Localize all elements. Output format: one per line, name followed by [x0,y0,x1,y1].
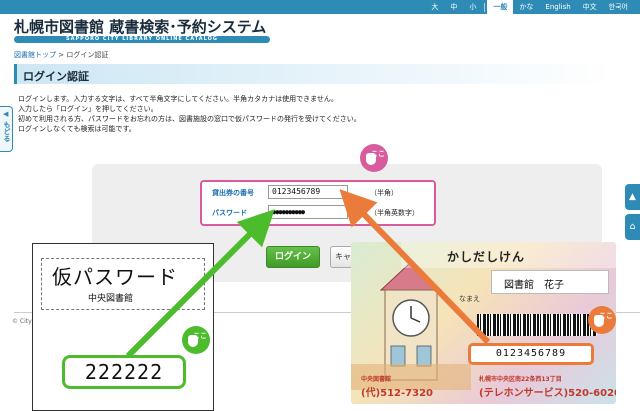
logo-subtitle: SAPPORO CITY LIBRARY ONLINE CATALOG [14,36,270,43]
divider [484,2,486,12]
card-holder-name: 図書館 花子 [504,280,564,291]
top-bar: 大 中 小 一般 かな English 中文 한국어 [0,0,640,14]
home-button[interactable]: ⌂ [625,214,640,240]
intro-line: ログインしなくても検索は可能です。 [18,125,136,133]
card-phone-service: (テレホンサービス)520-6020 [479,388,616,399]
slip-title: 仮パスワード [52,265,178,289]
page-title-bar: ログイン認証 [14,64,614,84]
card-library-name: 中央図書館 [361,376,392,383]
slip-subtitle: 中央図書館 [88,294,134,304]
font-size-large[interactable]: 大 [425,0,444,14]
breadcrumb-current: ログイン認証 [66,51,109,59]
callout-text: ここ [599,312,613,320]
temp-password-value: 222222 [62,355,186,389]
password-input[interactable]: ●●●●●●●●●● [268,205,348,219]
card-name-box: 図書館 花子 [491,270,609,294]
intro-text: ログインします。入力する文字は、すべて半角文字にしてください。半角カタカナは使用… [18,94,361,134]
breadcrumb-separator: > [58,51,65,59]
card-footer: 中央図書館 (代)512-7320 札幌市中央区南22条西13丁目 (テレホンサ… [351,372,616,404]
lang-korean[interactable]: 한국어 [603,0,634,14]
card-number: 0123456789 [495,348,567,359]
home-icon: ⌂ [629,222,636,232]
page-title: ログイン認証 [23,70,89,83]
intro-line: 初めて利用される方、パスワードをお忘れの方は、図書施設の窓口で仮パスワードの発行… [18,115,361,123]
lang-kana[interactable]: かな [513,0,539,14]
intro-line: 入力したら「ログイン」を押してください。 [18,105,158,113]
lang-general[interactable]: 一般 [487,0,514,14]
clock-tower-illustration [351,261,471,390]
back-label: もどる [3,121,11,142]
login-form-highlight: 貸出券の番号 0123456789 （半角） パスワード ●●●●●●●●●● … [200,180,436,226]
top-links: 大 中 小 一般 かな English 中文 한국어 [425,0,634,14]
page-top-button[interactable]: ▲ [625,184,640,210]
password-hint: （半角英数字） [370,209,419,217]
logo-title: 札幌市図書館 蔵書検索･予約システム [14,18,267,36]
callout-badge-green: ここ [182,326,210,354]
arrow-up-icon: ▲ [629,192,636,202]
card-number-highlight: 0123456789 [468,343,594,365]
breadcrumb: 図書館トップ > ログイン認証 [14,50,108,60]
card-name-label: なまえ [459,295,480,303]
callout-badge-orange: ここ [588,306,616,334]
site-logo[interactable]: 札幌市図書館 蔵書検索･予約システム SAPPORO CITY LIBRARY … [14,14,284,44]
card-number-input[interactable]: 0123456789 [268,185,348,199]
lang-english[interactable]: English [539,0,576,14]
back-tab[interactable]: ◀ もどる [0,106,13,152]
card-number-label: 貸出券の番号 [212,189,254,197]
lang-chinese[interactable]: 中文 [577,0,603,14]
intro-line: ログインします。入力する文字は、すべて半角文字にしてください。半角カタカナは使用… [18,95,338,103]
copyright: © City [12,318,32,325]
slip-header: 仮パスワード 中央図書館 [41,258,205,310]
card-address: 札幌市中央区南22条西13丁目 [479,376,562,383]
breadcrumb-home-link[interactable]: 図書館トップ [14,51,56,59]
font-size-medium[interactable]: 中 [444,0,463,14]
callout-text: ここ [193,332,207,340]
library-card: かしだしけん 図書館 花子 なまえ 0123456789 中央図書館 (代)51… [351,242,616,404]
font-size-small[interactable]: 小 [463,0,482,14]
password-label: パスワード [212,209,247,217]
card-title: かしだしけん [447,250,526,264]
back-arrow-icon: ◀ [3,110,9,118]
login-button[interactable]: ログイン [266,246,320,268]
card-number-hint: （半角） [370,189,398,197]
callout-text: ここ [371,150,385,158]
card-phone-main: (代)512-7320 [361,388,433,399]
callout-badge-pink: ここ [360,144,388,172]
barcode [477,314,597,336]
